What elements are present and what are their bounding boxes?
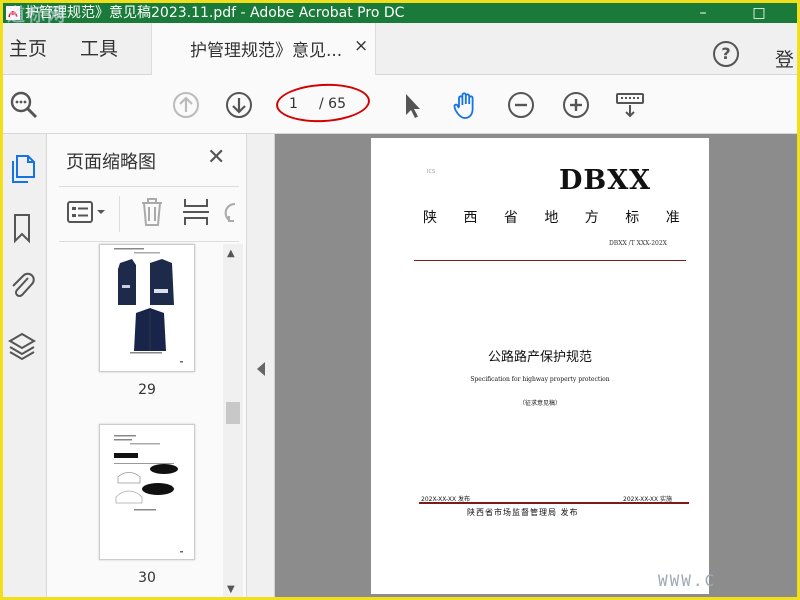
layers-icon[interactable] xyxy=(7,330,37,362)
standard-prefix: DBXX xyxy=(559,165,652,196)
tab-close-icon[interactable]: × xyxy=(354,36,368,56)
delete-page-icon[interactable] xyxy=(137,196,167,228)
zoom-in-icon[interactable] xyxy=(561,90,591,120)
page-thumbnails-panel: 页面缩略图 ✕ 29 30 ▲ ▼ xyxy=(47,134,247,597)
thumbnail-page-number: 29 xyxy=(138,382,156,398)
page-down-icon[interactable] xyxy=(224,90,254,120)
nav-tools[interactable]: 工具 xyxy=(80,34,118,61)
scroll-up-icon[interactable]: ▲ xyxy=(227,248,235,259)
panel-collapse-handle[interactable] xyxy=(247,134,275,597)
extract-page-icon[interactable] xyxy=(181,196,211,228)
bookmark-icon[interactable] xyxy=(7,212,37,244)
document-view[interactable]: ICS DBXX 陕 西 省 地 方 标 准 DBXX /T XXX-202X … xyxy=(275,134,797,597)
zoom-out-icon[interactable] xyxy=(506,90,536,120)
panel-divider xyxy=(59,186,239,187)
title-bar: 护管理规范》意见稿2023.11.pdf - Adobe Acrobat Pro… xyxy=(3,3,797,26)
nav-home[interactable]: 主页 xyxy=(9,34,47,61)
scrollbar-thumb[interactable] xyxy=(226,402,240,424)
corner-watermark: WWW.C xyxy=(658,571,717,590)
header-rule xyxy=(414,260,686,261)
panel-title: 页面缩略图 xyxy=(66,152,156,173)
document-title-cn: 公路路产保护规范 xyxy=(487,350,592,365)
pdf-page: ICS DBXX 陕 西 省 地 方 标 准 DBXX /T XXX-202X … xyxy=(371,138,709,594)
minimize-button[interactable]: – xyxy=(689,3,717,23)
thumbnail-page-30[interactable] xyxy=(99,424,195,560)
document-title-en: Specification for highway property prote… xyxy=(470,376,610,383)
toolbar: 1 / 65 xyxy=(3,76,797,134)
draft-label: （征求意见稿） xyxy=(518,400,561,407)
scroll-down-icon[interactable]: ▼ xyxy=(227,584,235,595)
select-arrow-icon[interactable] xyxy=(397,90,427,120)
ics-code: ICS xyxy=(427,169,436,175)
hand-tool-icon[interactable] xyxy=(451,90,481,120)
thumbnail-page-29[interactable] xyxy=(99,244,195,372)
page-thumbnails-icon[interactable] xyxy=(7,154,37,186)
keyboard-icon[interactable] xyxy=(615,90,645,120)
thumbnail-page-number: 30 xyxy=(138,570,156,586)
thumbnail-29-preview xyxy=(114,248,183,363)
thumbnail-scrollbar[interactable]: ▲ ▼ xyxy=(223,244,243,597)
rotate-page-icon[interactable] xyxy=(221,196,241,228)
search-icon[interactable] xyxy=(9,90,39,120)
standard-code: DBXX /T XXX-202X xyxy=(609,240,667,247)
toolbar-separator xyxy=(119,196,120,232)
acrobat-window: 护管理规范》意见稿2023.11.pdf - Adobe Acrobat Pro… xyxy=(3,3,797,597)
attachment-icon[interactable] xyxy=(7,268,37,300)
window-title: 护管理规范》意见稿2023.11.pdf - Adobe Acrobat Pro… xyxy=(25,5,405,21)
maximize-button[interactable]: □ xyxy=(745,3,773,23)
login-button[interactable]: 登 xyxy=(775,45,794,72)
help-icon[interactable]: ? xyxy=(713,41,739,67)
panel-close-icon[interactable]: ✕ xyxy=(207,145,225,170)
menu-bar: 主页 工具 护管理规范》意见... × ? 登 xyxy=(3,23,797,75)
footer-rule xyxy=(419,502,689,504)
document-tab-label: 护管理规范》意见... xyxy=(190,41,343,61)
thumbnail-30-preview xyxy=(114,435,183,553)
page-up-icon[interactable] xyxy=(171,90,201,120)
thumbnail-options-icon[interactable] xyxy=(67,200,111,226)
standard-type: 陕 西 省 地 方 标 准 xyxy=(423,210,680,226)
collapse-arrow-icon[interactable] xyxy=(257,362,265,376)
panel-divider-2 xyxy=(59,241,239,242)
issuing-authority: 陕西省市场监督管理局 发布 xyxy=(467,508,579,517)
document-tab[interactable]: 护管理规范》意见... × xyxy=(151,23,376,75)
left-nav-rail xyxy=(3,134,47,597)
